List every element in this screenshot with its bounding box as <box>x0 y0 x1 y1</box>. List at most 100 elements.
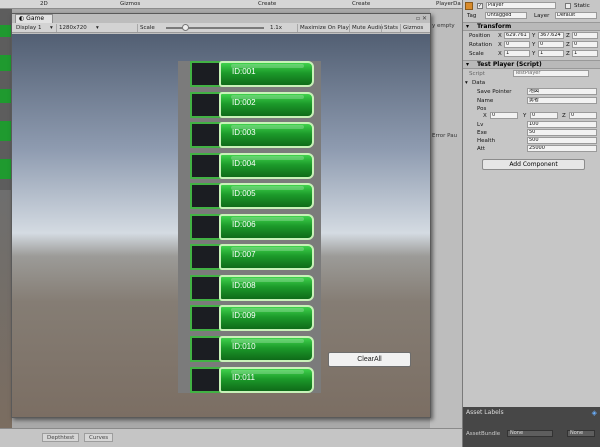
asset-bundle-dropdown[interactable]: None <box>507 430 553 437</box>
health-label: Health <box>477 138 496 144</box>
y-label: Y <box>532 33 536 39</box>
game-toolbar: Display 1 ▾ 1280x720 ▾ Scale 1.1x Maximi… <box>12 23 430 33</box>
lv-field[interactable]: 100 <box>527 121 597 128</box>
item-thumbnail <box>190 214 221 240</box>
list-item[interactable]: ID:010 <box>190 336 314 362</box>
x-label: X <box>498 42 502 48</box>
active-checkbox[interactable]: ✓ <box>477 3 483 9</box>
tab-game[interactable]: ◐ Game <box>15 14 53 23</box>
item-id-label: ID:005 <box>232 189 256 198</box>
scale-label: Scale <box>469 51 484 57</box>
list-item[interactable]: ID:009 <box>190 305 314 331</box>
scale-y-field[interactable]: 1 <box>538 50 564 57</box>
asset-labels-title: Asset Labels <box>466 409 504 416</box>
resolution-dropdown[interactable]: 1280x720 <box>56 24 89 32</box>
asset-variant-dropdown[interactable]: None <box>567 430 595 437</box>
lv-label: Lv <box>477 122 484 128</box>
item-thumbnail <box>190 244 221 270</box>
toolbar-create[interactable]: Create <box>258 1 276 8</box>
scale-x-field[interactable]: 1 <box>504 50 530 57</box>
item-thumbnail <box>190 92 221 118</box>
list-item[interactable]: ID:011 <box>190 367 314 393</box>
scroll-list[interactable]: ID:001 ID:002 ID:003 ID:004 ID:005 ID:00… <box>178 61 321 393</box>
item-thumbnail <box>190 122 221 148</box>
pos-y-field[interactable]: 0 <box>530 112 558 119</box>
game-icon: ◐ <box>19 15 25 22</box>
add-component-button[interactable]: Add Component <box>482 159 585 170</box>
list-item[interactable]: ID:007 <box>190 244 314 270</box>
maximize-on-play-toggle[interactable]: Maximize On Play <box>297 24 351 32</box>
script-component-header[interactable]: ▾ Test Player (Script) <box>463 60 600 69</box>
window-menu-icon[interactable]: ▫ ✕ <box>416 14 427 23</box>
chevron-down-icon: ▾ <box>96 25 99 31</box>
rotation-y-field[interactable]: 0 <box>538 41 564 48</box>
item-id-label: ID:002 <box>232 98 256 107</box>
static-checkbox[interactable] <box>565 3 571 9</box>
name-field[interactable]: 勇者 <box>527 97 597 104</box>
pos-x-field[interactable]: 0 <box>490 112 518 119</box>
att-label: Att <box>477 146 485 152</box>
list-item[interactable]: ID:005 <box>190 183 314 209</box>
script-label: Script <box>469 71 485 77</box>
z-label: Z <box>566 51 570 57</box>
list-item[interactable]: ID:004 <box>190 153 314 179</box>
stats-toggle[interactable]: Stats <box>381 24 400 32</box>
scale-slider-track[interactable] <box>166 27 264 29</box>
x-label: X <box>498 51 502 57</box>
list-item[interactable]: ID:008 <box>190 275 314 301</box>
layer-dropdown[interactable]: Default <box>555 12 597 19</box>
tag-icon[interactable]: ◈ <box>592 409 597 417</box>
save-pointer-label: Save Pointer <box>477 89 512 95</box>
item-id-label: ID:009 <box>232 311 256 320</box>
list-item[interactable]: ID:006 <box>190 214 314 240</box>
data-label: Data <box>472 80 486 86</box>
tag-label: Tag <box>467 13 477 19</box>
rotation-z-field[interactable]: 0 <box>572 41 598 48</box>
item-thumbnail <box>190 367 221 393</box>
y-label: Y <box>523 113 527 119</box>
scale-label: Scale <box>137 24 157 32</box>
hierarchy-text: y empty <box>432 23 455 29</box>
asset-bundle-label: AssetBundle <box>466 431 501 437</box>
tab-curves[interactable]: Curves <box>84 433 114 442</box>
asset-labels-panel: Asset Labels ◈ AssetBundle None None <box>463 407 600 447</box>
scale-z-field[interactable]: 1 <box>572 50 598 57</box>
item-id-label: ID:003 <box>232 128 256 137</box>
position-label: Position <box>469 33 491 39</box>
list-item[interactable]: ID:003 <box>190 122 314 148</box>
display-dropdown[interactable]: Display 1 <box>14 24 44 32</box>
item-thumbnail <box>190 336 221 362</box>
list-item[interactable]: ID:002 <box>190 92 314 118</box>
pos-z-field[interactable]: 0 <box>569 112 597 119</box>
item-id-label: ID:011 <box>232 373 255 382</box>
save-pointer-field[interactable]: 地図 <box>527 88 597 95</box>
game-tab-bar: ◐ Game ▫ ✕ <box>12 14 430 23</box>
exe-field[interactable]: 50 <box>527 129 597 136</box>
name-label: Name <box>477 98 494 104</box>
object-name-field[interactable]: Player <box>486 2 556 9</box>
toolbar-gizmos[interactable]: Gizmos <box>120 1 140 8</box>
y-label: Y <box>532 51 536 57</box>
rotation-x-field[interactable]: 0 <box>504 41 530 48</box>
tag-dropdown[interactable]: Untagged <box>485 12 527 19</box>
transform-header[interactable]: ▾ Transform <box>463 22 600 31</box>
att-field[interactable]: 25000 <box>527 145 597 152</box>
position-z-field[interactable]: 0 <box>572 32 598 39</box>
item-thumbnail <box>190 153 221 179</box>
toolbar-2d-toggle[interactable]: 2D <box>40 1 48 8</box>
health-field[interactable]: 500 <box>527 137 597 144</box>
list-item[interactable]: ID:001 <box>190 61 314 87</box>
tab-depthtest[interactable]: Depthtest <box>42 433 80 442</box>
script-field[interactable]: TestPlayer <box>513 70 589 77</box>
position-x-field[interactable]: 629.761 <box>504 32 530 39</box>
toolbar-create-2[interactable]: Create <box>352 1 370 8</box>
console-error-pause[interactable]: Error Pau <box>432 133 457 139</box>
clear-all-button[interactable]: ClearAll <box>328 352 411 367</box>
scale-slider-knob[interactable] <box>182 24 189 31</box>
mute-audio-toggle[interactable]: Mute Audio <box>349 24 385 32</box>
toolbar-player-data[interactable]: PlayerDa <box>436 1 461 8</box>
gizmos-toggle[interactable]: Gizmos <box>400 24 425 32</box>
item-id-label: ID:006 <box>232 220 256 229</box>
position-y-field[interactable]: 367.624 <box>538 32 564 39</box>
hierarchy-panel: y empty Error Pau <box>430 9 462 429</box>
